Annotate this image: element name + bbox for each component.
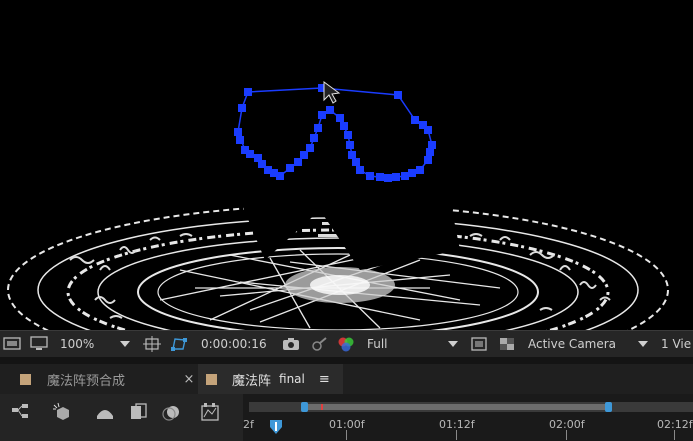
ruler-tick [456, 430, 457, 440]
zoom-dropdown-arrow-icon[interactable] [120, 331, 130, 357]
mask-vertex[interactable] [234, 128, 242, 136]
composition-swatch-icon [206, 373, 217, 385]
shy-layers-icon[interactable] [94, 402, 116, 424]
current-time-display[interactable]: 0:00:00:16 [201, 331, 267, 357]
zoom-level[interactable]: 100% [60, 331, 94, 357]
zoom-value: 100% [60, 337, 95, 351]
mask-vertex[interactable] [366, 172, 374, 180]
camera-snapshot-icon[interactable] [282, 331, 300, 357]
mask-vertex[interactable] [424, 126, 432, 134]
tab-precomp[interactable]: 魔法阵预合成 [0, 364, 172, 394]
close-tab-icon[interactable]: × [182, 364, 196, 394]
tab-final[interactable]: 魔法阵 final ≡ [198, 364, 343, 394]
motion-blur-icon[interactable] [160, 402, 182, 424]
mask-vertex[interactable] [326, 106, 334, 114]
mask-vertex[interactable] [238, 104, 246, 112]
mask-vertex[interactable] [286, 164, 294, 172]
mask-vertex[interactable] [294, 158, 302, 166]
mask-vertex[interactable] [428, 141, 436, 149]
composition-swatch-icon [20, 373, 31, 385]
graph-editor-icon[interactable] [200, 402, 222, 424]
mask-vertex[interactable] [392, 173, 400, 181]
resolution-dropdown[interactable]: Full [367, 331, 388, 357]
mask-vertex[interactable] [352, 158, 360, 166]
mask-vertex[interactable] [336, 114, 344, 122]
region-of-interest-icon[interactable] [143, 331, 161, 357]
mask-vertex[interactable] [384, 174, 392, 182]
mask-vertex[interactable] [318, 111, 326, 119]
mask-vertex[interactable] [254, 154, 262, 162]
mask-vertex[interactable] [416, 166, 424, 174]
timeline-controls: 2f 01:00f 01:12f 02:00f 02:12f [0, 394, 693, 441]
cache-marker [321, 404, 323, 410]
mask-vertex[interactable] [244, 88, 252, 96]
frame-blending-icon[interactable] [128, 402, 150, 424]
camera-view-dropdown[interactable]: Active Camera [528, 331, 616, 357]
ruler-tick [674, 430, 675, 440]
resolution-value: Full [367, 337, 388, 351]
mask-vertex[interactable] [346, 141, 354, 149]
panel-divider[interactable] [0, 357, 693, 364]
ruler-tick [346, 430, 347, 440]
mask-vertex[interactable] [401, 172, 409, 180]
mask-vertex[interactable] [426, 148, 434, 156]
show-snapshot-icon[interactable] [310, 331, 328, 357]
mask-vertex[interactable] [314, 124, 322, 132]
mask-vertex[interactable] [376, 173, 384, 181]
view-layout-value: 1 Vie [661, 337, 692, 351]
always-preview-icon[interactable] [3, 331, 21, 357]
time-ruler[interactable]: 2f 01:00f 01:12f 02:00f 02:12f [243, 394, 693, 441]
tab-label: 魔法阵 [232, 373, 272, 389]
resolution-dropdown-arrow-icon[interactable] [448, 331, 458, 357]
work-area-end-handle[interactable] [605, 402, 612, 412]
mask-vertex[interactable] [424, 156, 432, 164]
composition-flowchart-icon[interactable] [10, 402, 32, 424]
camera-view-value: Active Camera [528, 337, 617, 351]
timecode-value: 0:00:00:16 [201, 337, 267, 351]
mask-vertex[interactable] [300, 151, 308, 159]
composition-viewer[interactable] [0, 0, 693, 330]
ruler-start-label: 2f [243, 418, 254, 431]
composition-canvas [7, 81, 669, 330]
mask-visibility-icon[interactable] [170, 331, 188, 357]
mask-vertex[interactable] [241, 146, 249, 154]
mask-vertex[interactable] [236, 136, 244, 144]
mask-vertex[interactable] [344, 131, 352, 139]
work-area-range[interactable] [305, 404, 607, 410]
color-channels-icon[interactable] [337, 331, 355, 357]
mask-vertex[interactable] [356, 166, 364, 174]
mask-vertex[interactable] [340, 122, 348, 130]
tab-suffix: final [279, 372, 305, 386]
draft-3d-icon[interactable] [52, 402, 74, 424]
playhead-icon[interactable] [269, 419, 283, 437]
camera-dropdown-arrow-icon[interactable] [638, 331, 648, 357]
mask-vertex[interactable] [306, 144, 314, 152]
work-area-start-handle[interactable] [301, 402, 308, 412]
mask-vertex[interactable] [408, 169, 416, 177]
fast-previews-icon[interactable] [470, 331, 488, 357]
mask-vertex[interactable] [310, 134, 318, 142]
mask-vertex[interactable] [411, 116, 419, 124]
monitor-icon[interactable] [30, 331, 48, 357]
ruler-tick [566, 430, 567, 440]
panel-menu-icon[interactable]: ≡ [319, 372, 330, 387]
tab-label: 魔法阵预合成 [47, 373, 126, 389]
mask-vertex[interactable] [394, 91, 402, 99]
mask-vertex[interactable] [348, 151, 356, 159]
transparency-grid-icon[interactable] [498, 331, 516, 357]
viewer-toolbar: 100% 0:00:00:16 Full Active Camera 1 Vie [0, 330, 693, 357]
view-layout-dropdown[interactable]: 1 Vie [661, 331, 691, 357]
timeline-tab-bar: 魔法阵预合成 × 魔法阵 final ≡ [0, 364, 693, 394]
